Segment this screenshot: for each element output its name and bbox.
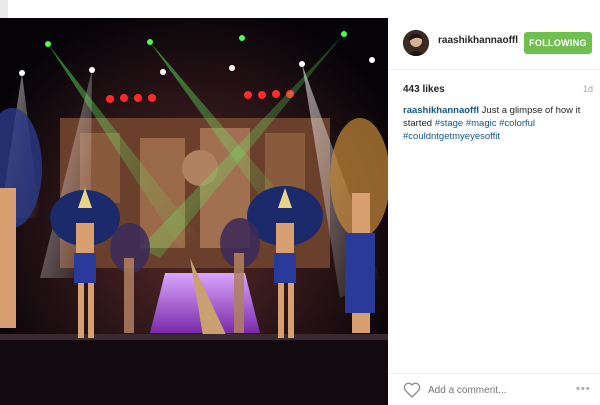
heart-icon[interactable] bbox=[403, 382, 421, 398]
comment-bar: ••• bbox=[388, 373, 600, 405]
hashtag[interactable]: #magic bbox=[466, 118, 497, 129]
likes-count[interactable]: 443 likes bbox=[403, 84, 445, 95]
caption-username[interactable]: raashikhannaoffl bbox=[403, 105, 479, 116]
add-comment-input[interactable] bbox=[428, 382, 568, 398]
post-photo[interactable] bbox=[0, 18, 388, 405]
hashtag[interactable]: #colorful bbox=[499, 118, 535, 129]
likes-row: 443 likes 1d bbox=[403, 84, 593, 98]
following-button[interactable]: FOLLOWING bbox=[524, 32, 592, 54]
post-header: raashikhannaoffl FOLLOWING bbox=[388, 18, 600, 70]
caption: raashikhannaoffl Just a glimpse of how i… bbox=[403, 104, 593, 143]
hashtag[interactable]: #couldntgetmyeyesoffit bbox=[403, 131, 500, 142]
hashtag[interactable]: #stage bbox=[435, 118, 464, 129]
username[interactable]: raashikhannaoffl bbox=[438, 35, 518, 46]
post-timestamp[interactable]: 1d bbox=[583, 84, 593, 94]
more-options-icon[interactable]: ••• bbox=[576, 383, 591, 395]
post-side-panel: raashikhannaoffl FOLLOWING 443 likes 1d … bbox=[388, 18, 600, 405]
avatar[interactable] bbox=[403, 30, 429, 56]
